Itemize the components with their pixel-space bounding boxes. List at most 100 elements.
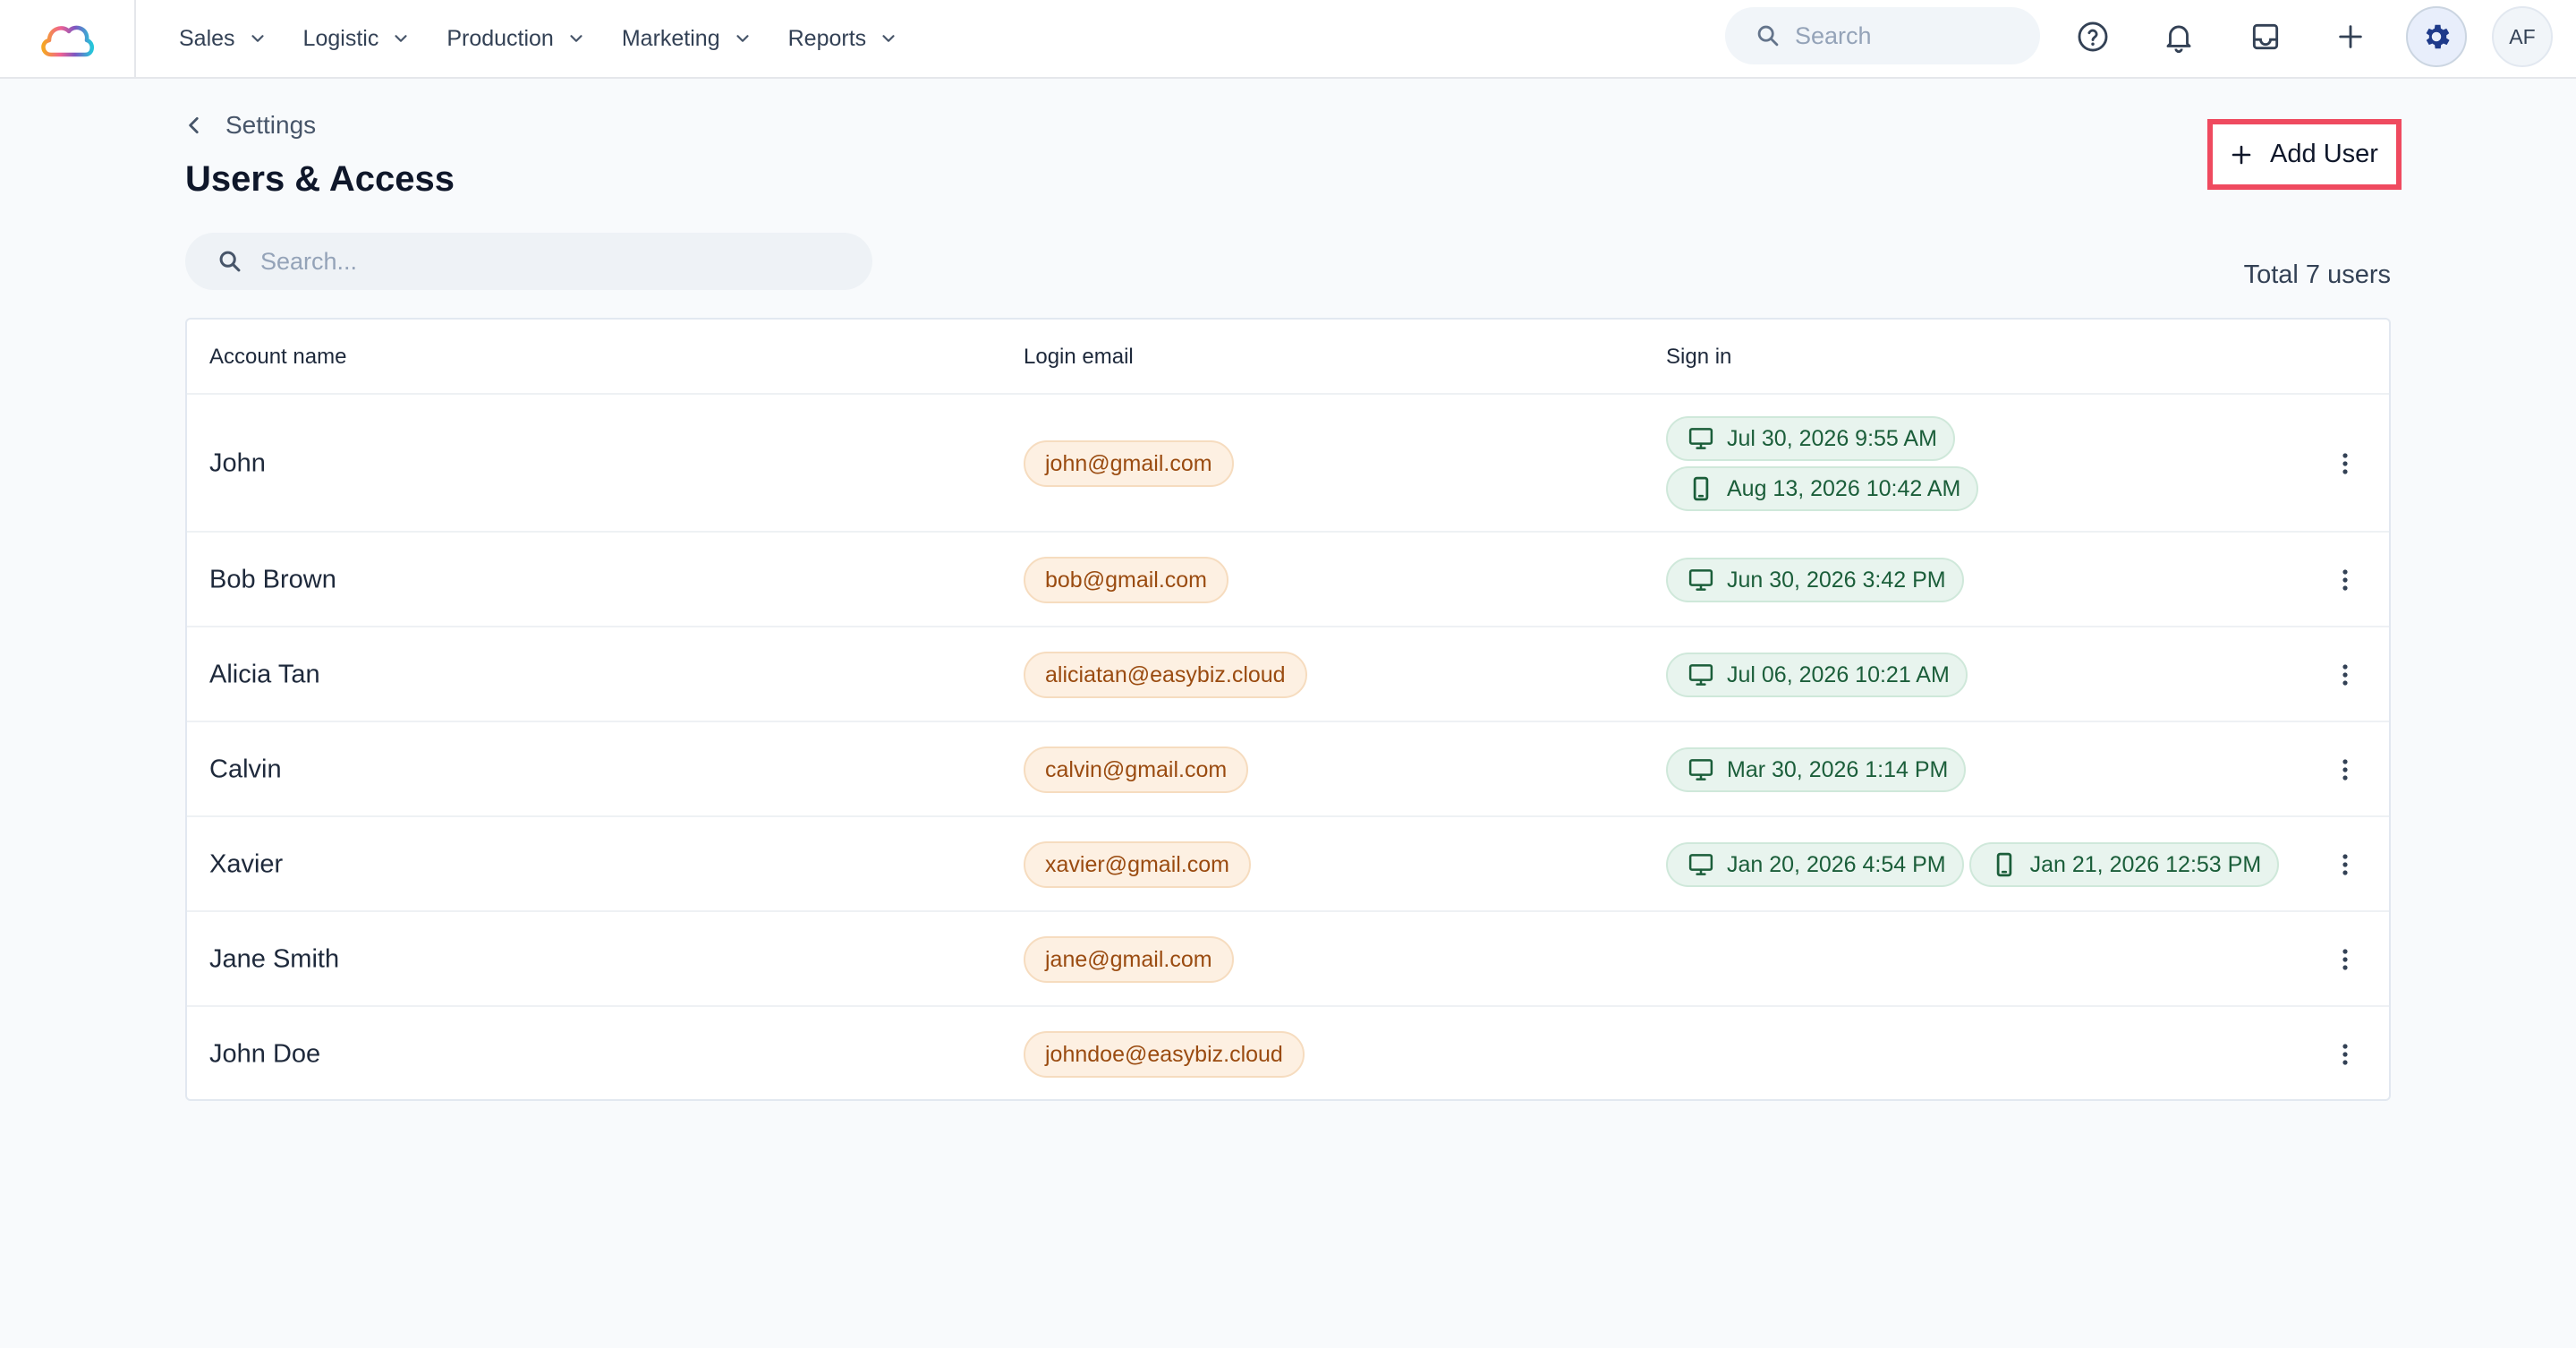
table-header: Account name Login email Sign in — [187, 320, 2389, 395]
chevron-down-icon — [566, 29, 586, 48]
inbox-button[interactable] — [2235, 6, 2296, 67]
table-row[interactable]: Bob Brown bob@gmail.com Jun 30, 2026 3:42 … — [187, 533, 2389, 627]
row-actions-button[interactable] — [2327, 446, 2363, 482]
main-nav: Sales Logistic Production Marketing Repo… — [161, 0, 916, 77]
account-name: John Doe — [209, 1039, 321, 1069]
global-search — [1725, 7, 2040, 64]
nav-production[interactable]: Production — [429, 12, 604, 65]
row-actions-button[interactable] — [2327, 752, 2363, 788]
account-name: Bob Brown — [209, 565, 336, 594]
sign-in-list: Jun 30, 2026 3:42 PM — [1666, 558, 1964, 602]
desktop-monitor-icon — [1688, 567, 1714, 593]
sign-in-time: Jun 30, 2026 3:42 PM — [1727, 567, 1946, 593]
global-search-input[interactable] — [1795, 21, 2010, 50]
sign-in-time: Jan 21, 2026 12:53 PM — [2029, 851, 2262, 877]
plus-icon — [2231, 144, 2252, 166]
user-avatar[interactable]: AF — [2492, 6, 2553, 67]
login-email-chip[interactable]: johndoe@easybiz.cloud — [1024, 1031, 1305, 1078]
sign-in-chip: Jan 21, 2026 12:53 PM — [1968, 842, 2280, 887]
nav-production-label: Production — [446, 25, 554, 51]
more-vertical-icon — [2342, 758, 2349, 781]
user-search-input[interactable] — [260, 247, 833, 276]
settings-button[interactable] — [2406, 6, 2467, 67]
sign-in-chip: Aug 13, 2026 10:42 AM — [1666, 466, 1979, 511]
nav-sales[interactable]: Sales — [161, 12, 285, 65]
account-name: Alicia Tan — [209, 660, 320, 689]
column-header-sign-in: Sign in — [1666, 345, 1732, 369]
search-icon — [1757, 25, 1779, 47]
gear-icon — [2426, 24, 2450, 49]
row-actions-button[interactable] — [2327, 942, 2363, 977]
chevron-down-icon — [733, 29, 752, 48]
breadcrumb-label: Settings — [225, 111, 317, 139]
sign-in-chip: Mar 30, 2026 1:14 PM — [1666, 747, 1967, 792]
chevron-down-icon — [248, 29, 268, 48]
sign-in-time: Jan 20, 2026 4:54 PM — [1727, 851, 1946, 877]
nav-reports[interactable]: Reports — [770, 12, 917, 65]
account-name: Xavier — [209, 849, 284, 879]
nav-marketing-label: Marketing — [621, 25, 720, 51]
account-name: John — [209, 448, 266, 478]
login-email-chip[interactable]: xavier@gmail.com — [1024, 841, 1251, 888]
sign-in-chip: Jul 06, 2026 10:21 AM — [1666, 653, 1968, 697]
nav-sales-label: Sales — [179, 25, 235, 51]
more-vertical-icon — [2342, 568, 2349, 592]
add-user-button[interactable]: Add User — [2213, 124, 2396, 184]
sign-in-time: Mar 30, 2026 1:14 PM — [1727, 756, 1949, 782]
help-icon — [2078, 21, 2108, 52]
create-button[interactable] — [2320, 6, 2381, 67]
table-row[interactable]: Xavier xavier@gmail.com Jan 20, 2026 4:54 … — [187, 817, 2389, 912]
login-email-chip[interactable]: jane@gmail.com — [1024, 936, 1234, 983]
nav-logistic[interactable]: Logistic — [285, 12, 429, 65]
chevron-down-icon — [879, 29, 898, 48]
more-vertical-icon — [2342, 452, 2349, 475]
sign-in-time: Aug 13, 2026 10:42 AM — [1727, 475, 1961, 501]
sign-in-time: Jul 06, 2026 10:21 AM — [1727, 661, 1950, 687]
row-actions-button[interactable] — [2327, 847, 2363, 883]
page-title: Users & Access — [185, 159, 455, 199]
row-actions-button[interactable] — [2327, 1037, 2363, 1072]
table-row[interactable]: John john@gmail.com Jul 30, 2026 9:55 AM Au… — [187, 395, 2389, 533]
chevron-down-icon — [391, 29, 411, 48]
user-search — [185, 233, 872, 290]
login-email-chip[interactable]: aliciatan@easybiz.cloud — [1024, 652, 1307, 698]
total-users-count: Total 7 users — [2243, 260, 2391, 289]
column-header-login-email: Login email — [1024, 345, 1134, 369]
mobile-phone-icon — [1688, 475, 1714, 502]
cloud-logo-icon — [41, 25, 94, 57]
notifications-button[interactable] — [2148, 6, 2209, 67]
users-table: Account name Login email Sign in John joh… — [185, 318, 2391, 1101]
nav-marketing[interactable]: Marketing — [604, 12, 770, 65]
row-actions-button[interactable] — [2327, 562, 2363, 598]
add-user-highlight: Add User — [2207, 119, 2402, 190]
more-vertical-icon — [2342, 948, 2349, 971]
account-name: Calvin — [209, 755, 282, 784]
help-button[interactable] — [2062, 6, 2123, 67]
row-actions-button[interactable] — [2327, 657, 2363, 693]
login-email-chip[interactable]: john@gmail.com — [1024, 440, 1234, 487]
sign-in-time: Jul 30, 2026 9:55 AM — [1727, 425, 1937, 451]
desktop-monitor-icon — [1688, 851, 1714, 878]
table-row[interactable]: John Doe johndoe@easybiz.cloud — [187, 1007, 2389, 1099]
sign-in-chip: Jun 30, 2026 3:42 PM — [1666, 558, 1964, 602]
login-email-chip[interactable]: calvin@gmail.com — [1024, 747, 1249, 793]
table-row[interactable]: Jane Smith jane@gmail.com — [187, 912, 2389, 1007]
top-navigation-bar: Sales Logistic Production Marketing Repo… — [0, 0, 2576, 79]
desktop-monitor-icon — [1688, 425, 1714, 452]
plus-icon — [2339, 25, 2362, 48]
breadcrumb-settings[interactable]: Settings — [183, 109, 316, 141]
desktop-monitor-icon — [1688, 661, 1714, 688]
login-email-chip[interactable]: bob@gmail.com — [1024, 557, 1229, 603]
table-row[interactable]: Calvin calvin@gmail.com Mar 30, 2026 1:14 … — [187, 722, 2389, 817]
chevron-left-icon — [183, 114, 206, 137]
nav-logistic-label: Logistic — [302, 25, 379, 51]
sign-in-chip: Jul 30, 2026 9:55 AM — [1666, 416, 1955, 461]
more-vertical-icon — [2342, 1043, 2349, 1066]
table-body: John john@gmail.com Jul 30, 2026 9:55 AM Au… — [187, 395, 2389, 1099]
sign-in-chip: Jan 20, 2026 4:54 PM — [1666, 842, 1964, 887]
table-row[interactable]: Alicia Tan aliciatan@easybiz.cloud Jul 06,… — [187, 627, 2389, 722]
nav-reports-label: Reports — [787, 25, 867, 51]
account-name: Jane Smith — [209, 944, 340, 974]
more-vertical-icon — [2342, 663, 2349, 687]
app-logo[interactable] — [0, 0, 136, 77]
